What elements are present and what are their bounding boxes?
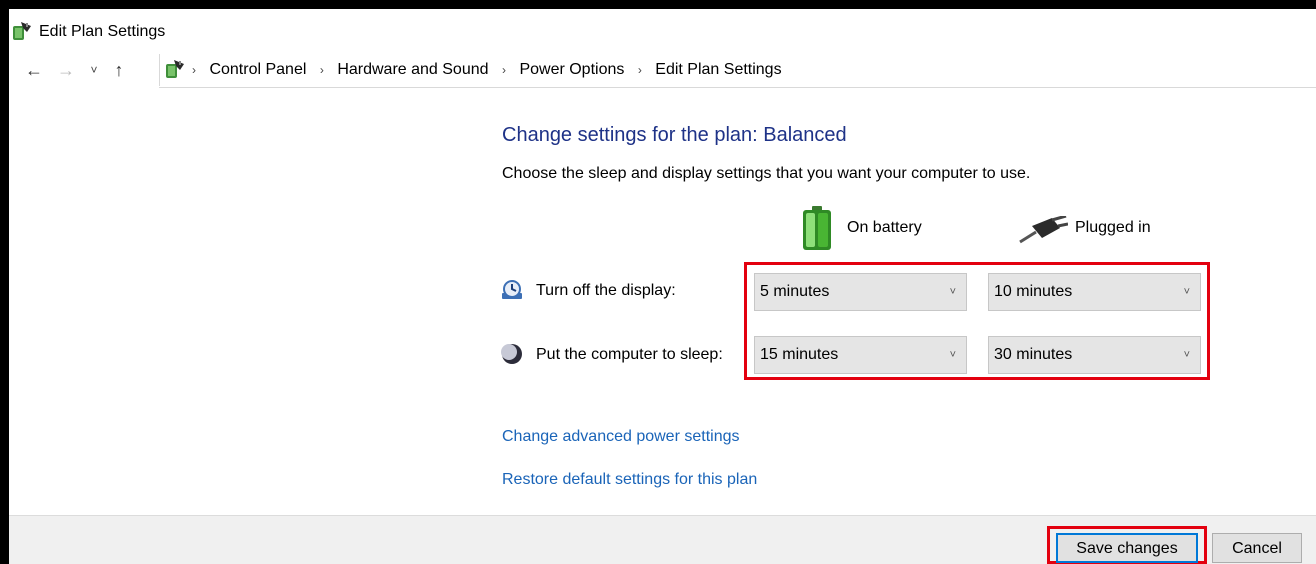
address-bar[interactable]: › Control Panel › Hardware and Sound › P… xyxy=(159,54,1316,88)
on-battery-label: On battery xyxy=(847,219,922,236)
turn-off-display-label: Turn off the display: xyxy=(536,282,676,299)
breadcrumb-separator-icon[interactable]: › xyxy=(320,54,324,86)
put-to-sleep-label: Put the computer to sleep: xyxy=(536,346,723,363)
save-changes-button[interactable]: Save changes xyxy=(1056,533,1198,563)
breadcrumb-item-hardware-and-sound[interactable]: Hardware and Sound xyxy=(337,61,488,78)
battery-icon xyxy=(803,206,831,250)
breadcrumb-separator-icon[interactable]: › xyxy=(192,54,196,86)
window-top-edge xyxy=(0,0,1316,9)
breadcrumb-separator-icon[interactable]: › xyxy=(638,54,642,86)
sleep-plugged-in-value: 30 minutes xyxy=(994,346,1073,363)
chevron-down-icon: ˅ xyxy=(949,349,956,361)
window-left-edge xyxy=(0,0,9,564)
display-plugged-in-value: 10 minutes xyxy=(994,283,1073,300)
change-advanced-power-settings-link[interactable]: Change advanced power settings xyxy=(502,428,740,446)
up-arrow-icon[interactable]: ↑ xyxy=(107,54,131,86)
display-plugged-in-dropdown[interactable]: 10 minutes ˅ xyxy=(988,273,1201,311)
page-description: Choose the sleep and display settings th… xyxy=(502,165,1031,182)
title-bar: Edit Plan Settings xyxy=(9,9,1316,54)
window-title: Edit Plan Settings xyxy=(39,23,166,40)
restore-default-settings-link[interactable]: Restore default settings for this plan xyxy=(502,471,757,489)
navigation-bar: ← → ˅ ↑ › Control Panel › Hardware and S… xyxy=(9,54,1316,90)
forward-arrow-icon[interactable]: → xyxy=(53,54,79,86)
breadcrumb-item-edit-plan-settings[interactable]: Edit Plan Settings xyxy=(655,61,781,78)
sleep-on-battery-dropdown[interactable]: 15 minutes ˅ xyxy=(754,336,967,374)
page-title: Change settings for the plan: Balanced xyxy=(502,124,847,146)
chevron-down-icon: ˅ xyxy=(949,286,956,298)
chevron-down-icon: ˅ xyxy=(1183,286,1190,298)
moon-sleep-icon xyxy=(501,344,522,364)
plugged-in-label: Plugged in xyxy=(1075,219,1151,236)
power-plug-icon xyxy=(1019,216,1068,244)
sleep-on-battery-value: 15 minutes xyxy=(760,346,839,363)
chevron-down-icon: ˅ xyxy=(1183,349,1190,361)
recent-locations-chevron-icon[interactable]: ˅ xyxy=(85,54,103,86)
display-on-battery-dropdown[interactable]: 5 minutes ˅ xyxy=(754,273,967,311)
display-clock-icon xyxy=(502,280,522,299)
breadcrumb-item-power-options[interactable]: Power Options xyxy=(519,61,624,78)
breadcrumb-item-control-panel[interactable]: Control Panel xyxy=(209,61,306,78)
power-options-icon xyxy=(166,60,184,78)
back-arrow-icon[interactable]: ← xyxy=(21,54,47,86)
breadcrumb: › Control Panel › Hardware and Sound › P… xyxy=(192,54,782,86)
breadcrumb-separator-icon[interactable]: › xyxy=(502,54,506,86)
sleep-plugged-in-dropdown[interactable]: 30 minutes ˅ xyxy=(988,336,1201,374)
cancel-button[interactable]: Cancel xyxy=(1212,533,1302,563)
display-on-battery-value: 5 minutes xyxy=(760,283,830,300)
power-options-icon xyxy=(13,22,31,40)
